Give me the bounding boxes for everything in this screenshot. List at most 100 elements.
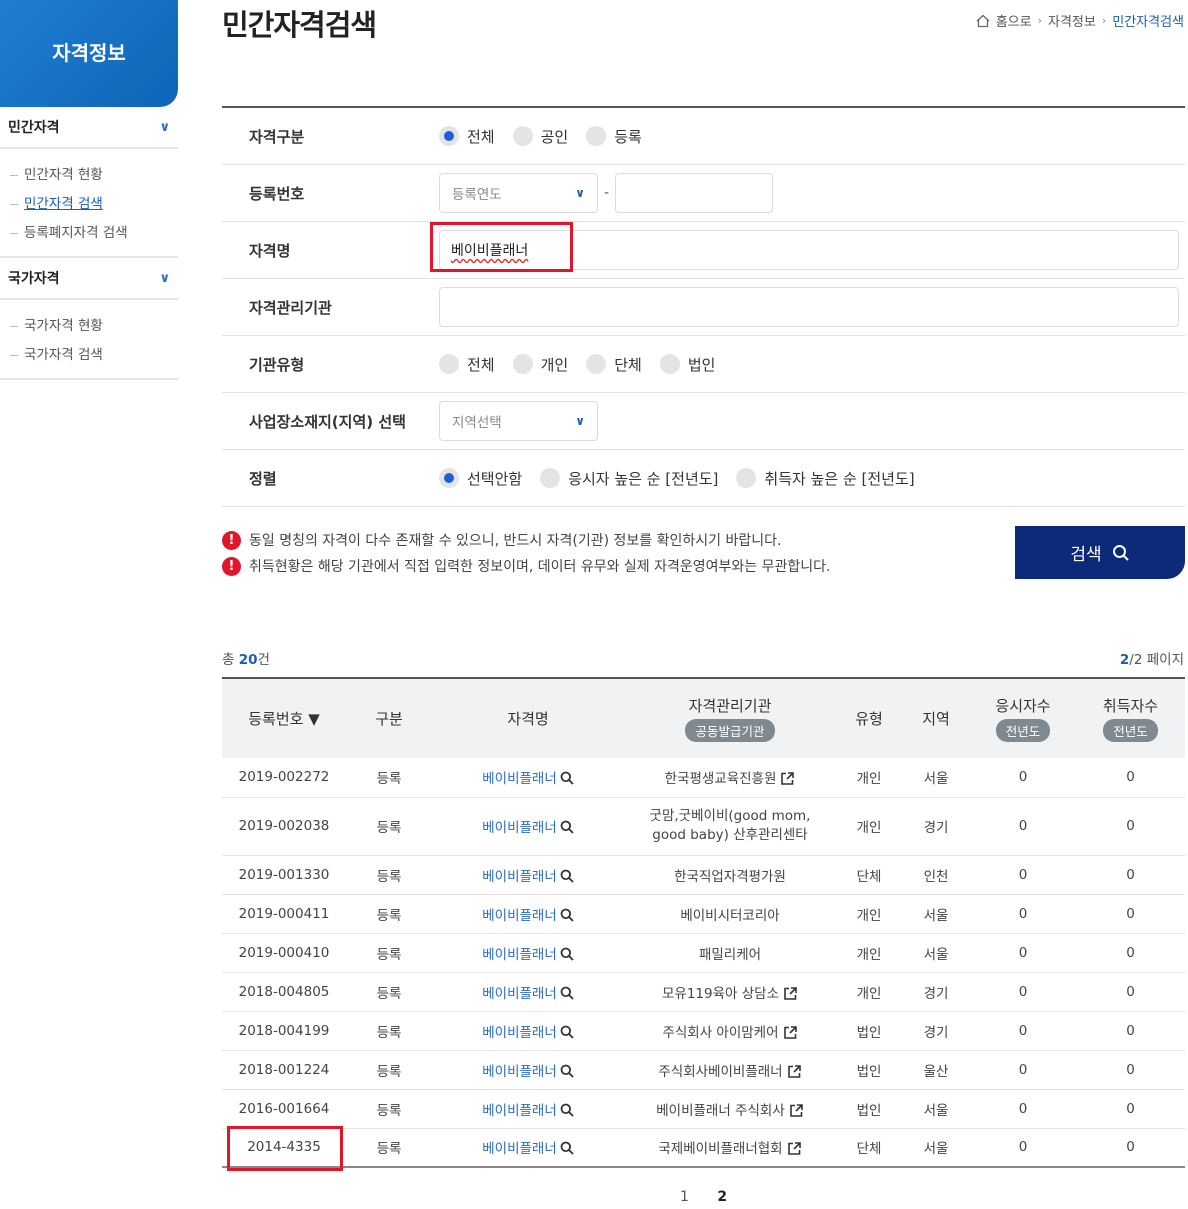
cell-type: 등록 (346, 797, 432, 856)
cell-name[interactable]: 베이비플래너 (432, 1089, 624, 1129)
cell-name[interactable]: 베이비플래너 (432, 1011, 624, 1051)
cell-name[interactable]: 베이비플래너 (432, 933, 624, 973)
cell-applicants: 0 (970, 1089, 1076, 1129)
cell-acquirers: 0 (1076, 1011, 1185, 1051)
sidebar-item-national-status[interactable]: 국가자격 현황 (0, 312, 178, 341)
external-link-icon[interactable] (787, 1064, 802, 1079)
highlight-reg-no (227, 1126, 343, 1171)
breadcrumb-current[interactable]: 민간자격검색 (1112, 11, 1184, 30)
cell-applicants: 0 (970, 1050, 1076, 1090)
qual-name-link[interactable]: 베이비플래너 (482, 947, 557, 963)
cell-reg-no: 2018-004199 (222, 1011, 346, 1051)
sidebar-item-private-status[interactable]: 민간자격 현황 (0, 161, 178, 190)
form-row-reg-no: 등록번호 등록연도 ∨ - (222, 165, 1185, 222)
search-icon[interactable] (560, 908, 574, 922)
cell-acquirers: 0 (1076, 1050, 1185, 1090)
search-icon[interactable] (560, 1103, 574, 1117)
cell-type: 등록 (346, 1128, 432, 1168)
sidebar-list-national: 국가자격 현황 국가자격 검색 (0, 300, 178, 380)
qual-name-link[interactable]: 베이비플래너 (482, 908, 557, 924)
search-icon[interactable] (560, 771, 574, 785)
radio-qual-type-all[interactable]: 전체 (439, 126, 495, 147)
cell-acquirers: 0 (1076, 855, 1185, 895)
external-link-icon[interactable] (780, 771, 795, 786)
page-link-2[interactable]: 2 (717, 1189, 727, 1205)
form-row-org-type: 기관유형 전체 개인 단체 법인 (222, 336, 1185, 393)
search-icon[interactable] (560, 1064, 574, 1078)
cell-org-type: 법인 (836, 1050, 902, 1090)
cell-org-type: 단체 (836, 855, 902, 895)
search-button[interactable]: 검색 (1015, 526, 1185, 579)
cell-region: 경기 (902, 972, 970, 1012)
cell-org-type: 단체 (836, 1128, 902, 1168)
qual-name-link[interactable]: 베이비플래너 (482, 986, 557, 1002)
search-icon[interactable] (560, 986, 574, 1000)
search-icon[interactable] (560, 1025, 574, 1039)
breadcrumb: 홈으로 › 자격정보 › 민간자격검색 (976, 11, 1184, 30)
sidebar-item-private-search[interactable]: 민간자격 검색 (0, 190, 178, 219)
region-select[interactable]: 지역선택 ∨ (439, 401, 598, 441)
cell-name[interactable]: 베이비플래너 (432, 972, 624, 1012)
external-link-icon[interactable] (783, 986, 798, 1001)
radio-sort-applicants[interactable]: 응시자 높은 순 [전년도] (540, 468, 718, 489)
reg-no-input[interactable] (615, 173, 774, 213)
cell-org: 주식회사베이비플래너 (624, 1050, 836, 1090)
external-link-icon[interactable] (789, 1103, 804, 1118)
cell-org: 한국직업자격평가원 (624, 855, 836, 895)
radio-org-type-all[interactable]: 전체 (439, 354, 495, 375)
cell-name[interactable]: 베이비플래너 (432, 855, 624, 895)
qual-name-link[interactable]: 베이비플래너 (482, 820, 557, 836)
qual-name-link[interactable]: 베이비플래너 (482, 869, 557, 885)
notice-item: ! 취득현황은 해당 기관에서 직접 입력한 정보이며, 데이터 유무와 실제 자… (222, 553, 830, 579)
search-icon[interactable] (560, 820, 574, 834)
sidebar-section-private[interactable]: 민간자격 ∨ (0, 107, 178, 149)
breadcrumb-home[interactable]: 홈으로 (996, 11, 1032, 30)
cell-name[interactable]: 베이비플래너 (432, 894, 624, 934)
radio-org-type-group[interactable]: 단체 (586, 354, 642, 375)
radio-sort-acquirers[interactable]: 취득자 높은 순 [전년도] (736, 468, 915, 489)
radio-org-type-individual[interactable]: 개인 (512, 354, 568, 375)
radio-qual-type-certified[interactable]: 공인 (512, 126, 568, 147)
pagination: 1 2 (0, 1189, 1188, 1205)
search-icon[interactable] (560, 947, 574, 961)
radio-org-type-corp[interactable]: 법인 (659, 354, 715, 375)
reg-year-select[interactable]: 등록연도 ∨ (439, 173, 598, 213)
external-link-icon[interactable] (783, 1025, 798, 1040)
qual-name-link[interactable]: 베이비플래너 (482, 771, 557, 787)
sidebar-item-revoked-search[interactable]: 등록폐지자격 검색 (0, 219, 178, 248)
cell-acquirers: 0 (1076, 894, 1185, 934)
cell-name[interactable]: 베이비플래너 (432, 797, 624, 856)
table-row: 2019-001330 등록 베이비플래너 한국직업자격평가원 단체 인천 0 0 (222, 855, 1185, 895)
cell-org-type: 개인 (836, 894, 902, 934)
cell-name[interactable]: 베이비플래너 (432, 758, 624, 798)
cell-applicants: 0 (970, 1128, 1076, 1168)
cell-name[interactable]: 베이비플래너 (432, 1050, 624, 1090)
cell-org: 베이비시터코리아 (624, 894, 836, 934)
cell-region: 서울 (902, 758, 970, 798)
radio-sort-none[interactable]: 선택안함 (439, 468, 522, 489)
qual-name-link[interactable]: 베이비플래너 (482, 1141, 557, 1157)
cell-region: 울산 (902, 1050, 970, 1090)
sort-label: 정렬 (249, 469, 277, 488)
page-link-1[interactable]: 1 (680, 1189, 689, 1205)
chevron-down-icon: ∨ (159, 270, 170, 286)
col-name: 자격명 (432, 678, 624, 758)
sidebar-section-national[interactable]: 국가자격 ∨ (0, 258, 178, 300)
col-reg-no[interactable]: 등록번호 ▼ (222, 678, 346, 758)
cell-applicants: 0 (970, 933, 1076, 973)
qual-name-link[interactable]: 베이비플래너 (482, 1064, 557, 1080)
cell-name[interactable]: 베이비플래너 (432, 1128, 624, 1168)
external-link-icon[interactable] (787, 1141, 802, 1156)
radio-qual-type-registered[interactable]: 등록 (586, 126, 642, 147)
breadcrumb-qualinfo[interactable]: 자격정보 (1048, 11, 1096, 30)
qual-name-link[interactable]: 베이비플래너 (482, 1103, 557, 1119)
qual-name-link[interactable]: 베이비플래너 (482, 1025, 557, 1041)
sidebar-title: 자격정보 (0, 0, 178, 107)
search-icon[interactable] (560, 869, 574, 883)
search-icon[interactable] (560, 1141, 574, 1155)
sidebar-item-national-search[interactable]: 국가자격 검색 (0, 341, 178, 370)
cell-type: 등록 (346, 1050, 432, 1090)
org-input[interactable] (439, 287, 1179, 327)
org-label: 자격관리기관 (249, 298, 332, 317)
sidebar-list-private: 민간자격 현황 민간자격 검색 등록폐지자격 검색 (0, 149, 178, 258)
